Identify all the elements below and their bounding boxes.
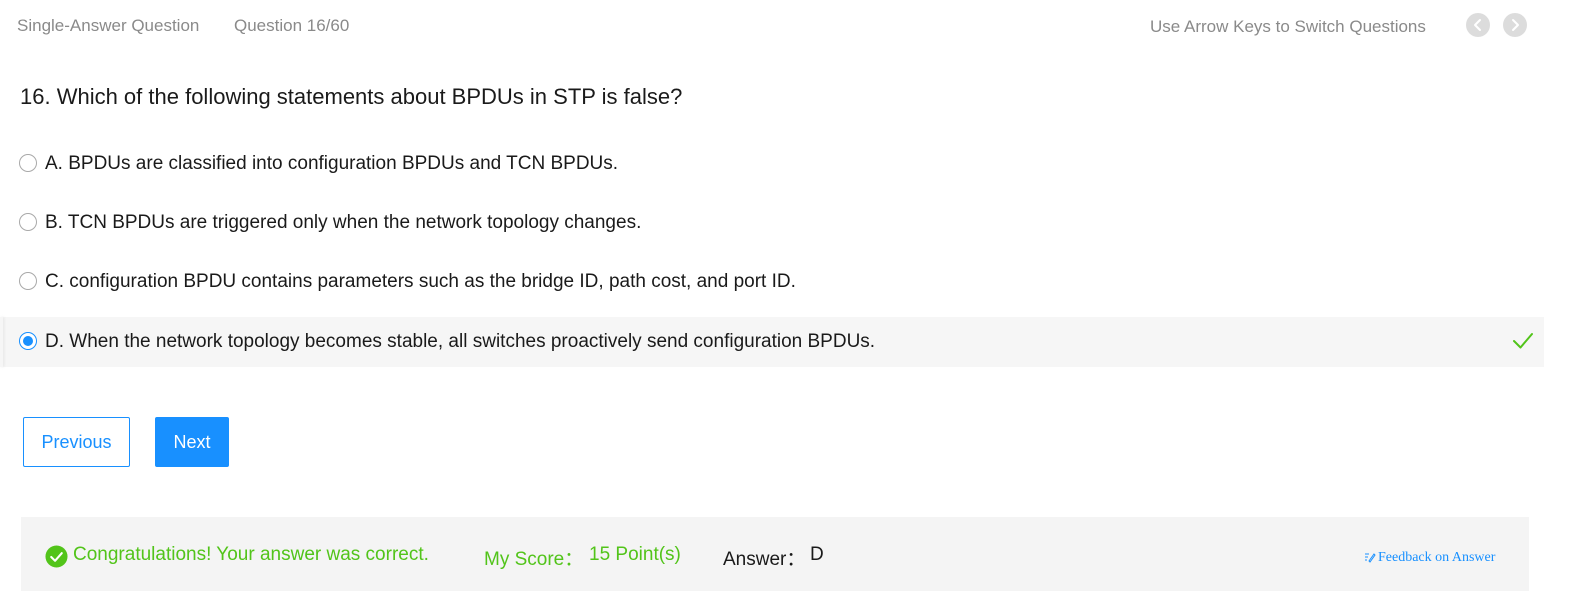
option-d[interactable]: D. When the network topology becomes sta…	[0, 317, 1544, 367]
question-counter: Question 16/60	[234, 16, 350, 35]
option-a[interactable]: A. BPDUs are classified into configurati…	[0, 140, 1544, 188]
option-b-radio[interactable]	[19, 213, 37, 231]
feedback-edit-icon	[1365, 553, 1376, 563]
score-label: My Score：	[484, 549, 584, 570]
previous-button[interactable]: Previous	[23, 417, 130, 467]
question-header: Single-Answer Question Question 16/60 Us…	[0, 0, 1569, 52]
chevron-left-icon	[1474, 19, 1481, 31]
next-question-arrow[interactable]	[1503, 13, 1527, 37]
option-c[interactable]: C. configuration BPDU contains parameter…	[0, 258, 1544, 306]
chevron-right-icon	[1512, 19, 1519, 31]
option-a-text: A. BPDUs are classified into configurati…	[45, 153, 619, 174]
result-panel: Congratulations! Your answer was correct…	[21, 517, 1529, 591]
success-check-circle-icon	[45, 545, 68, 568]
correct-check-icon	[1513, 333, 1533, 349]
feedback-link[interactable]: Feedback on Answer	[1364, 550, 1495, 566]
option-c-radio[interactable]	[19, 272, 37, 290]
question-type-label: Single-Answer Question	[17, 16, 200, 35]
answer-value: D	[810, 544, 824, 565]
option-d-text: D. When the network topology becomes sta…	[45, 331, 876, 352]
option-b-text: B. TCN BPDUs are triggered only when the…	[45, 212, 642, 233]
result-message: Congratulations! Your answer was correct…	[73, 544, 429, 565]
option-a-radio[interactable]	[19, 154, 37, 172]
feedback-link-text: Feedback on Answer	[1378, 550, 1496, 565]
quiz-page: Single-Answer Question Question 16/60 Us…	[0, 0, 1569, 591]
arrow-keys-hint: Use Arrow Keys to Switch Questions	[1150, 17, 1426, 36]
next-button[interactable]: Next	[155, 417, 229, 467]
option-c-text: C. configuration BPDU contains parameter…	[45, 271, 796, 292]
score-value: 15 Point(s)	[589, 544, 681, 565]
answer-label: Answer：	[723, 549, 806, 570]
previous-question-arrow[interactable]	[1466, 13, 1490, 37]
option-d-radio[interactable]	[19, 332, 37, 350]
option-b[interactable]: B. TCN BPDUs are triggered only when the…	[0, 199, 1544, 247]
question-text: 16. Which of the following statements ab…	[20, 84, 683, 109]
